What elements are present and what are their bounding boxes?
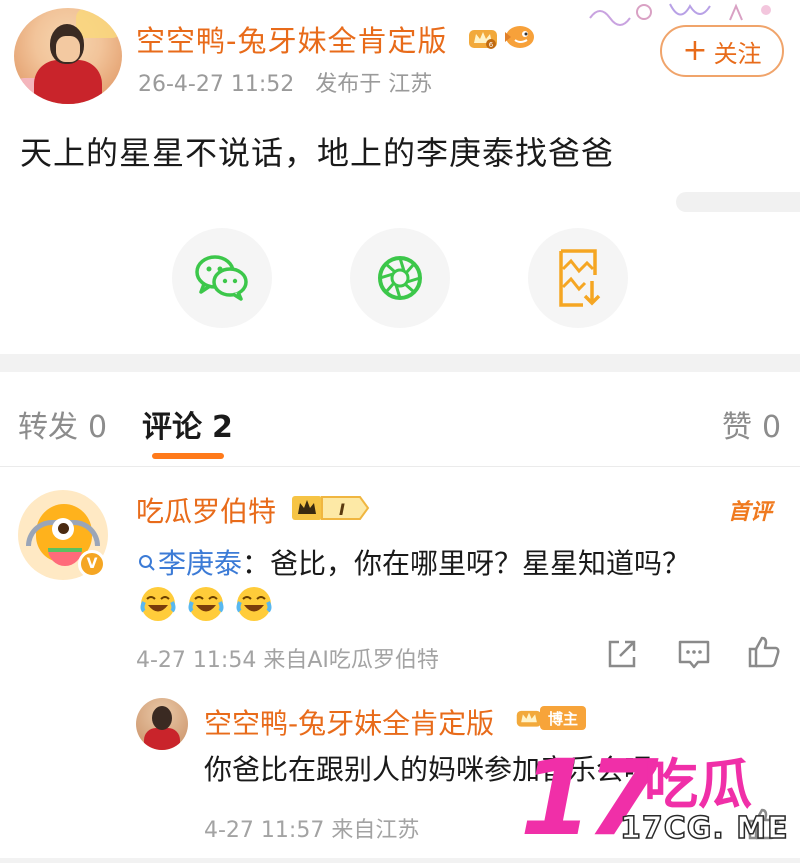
thumbs-up-icon[interactable]: [746, 634, 782, 670]
reply-meta: 4-27 11:57 来自江苏: [204, 812, 419, 844]
share-icon[interactable]: [604, 636, 640, 672]
crown-icon: [516, 710, 542, 727]
crown-icon: 6: [469, 30, 497, 49]
post-header: 空空鸭-兔牙妹全肯定版 6 26-4-27 11:52 发布于 江苏 + 关注: [0, 0, 800, 110]
moments-icon: [378, 256, 422, 300]
fish-icon: [505, 26, 534, 48]
save-image-icon: [559, 249, 601, 307]
post-meta: 26-4-27 11:52 发布于 江苏: [138, 66, 446, 98]
comment-meta: 4-27 11:54 来自AI吃瓜罗伯特: [136, 642, 439, 674]
mention-link[interactable]: 李庚泰: [138, 547, 242, 580]
commenter-name[interactable]: 吃瓜罗伯特: [136, 490, 276, 530]
vip-level-badge: I: [292, 496, 370, 520]
tab-like-label: 赞: [722, 410, 752, 445]
tab-comment-label: 评论: [142, 410, 202, 445]
post-text: 天上的星星不说话，地上的李庚泰找爸爸: [20, 134, 615, 172]
tab-divider: [0, 466, 800, 467]
emoji-row: [138, 584, 274, 624]
active-tab-indicator: [152, 453, 224, 459]
author-name[interactable]: 空空鸭-兔牙妹全肯定版: [136, 18, 447, 60]
bottom-divider: [0, 858, 800, 863]
laugh-cry-emoji: [236, 587, 272, 621]
verified-badge: V: [78, 550, 106, 578]
share-wechat-button[interactable]: [172, 228, 272, 328]
follow-label: 关注: [713, 39, 762, 68]
tab-repost-label: 转发: [18, 410, 78, 445]
mascot-watermelon: [48, 548, 82, 566]
tab-repost-count: 0: [88, 410, 108, 445]
laugh-cry-emoji: [188, 587, 224, 621]
avatar-hair: [152, 706, 172, 730]
overlay-strip: [676, 192, 800, 212]
reply-author-name[interactable]: 空空鸭-兔牙妹全肯定版: [204, 702, 494, 742]
comment-body: ：爸比，你在哪里呀？星星知道吗？: [242, 547, 691, 580]
share-moments-button[interactable]: [350, 228, 450, 328]
comment-source: 来自AI吃瓜罗伯特: [263, 648, 439, 673]
author-avatar[interactable]: [14, 8, 122, 104]
tab-like[interactable]: 赞0: [722, 402, 781, 446]
mascot-pupil: [58, 523, 69, 534]
mention-name: 李庚泰: [158, 547, 243, 580]
comment-time: 4-27 11:54: [136, 648, 257, 673]
tab-comment[interactable]: 评论 2: [142, 402, 233, 446]
avatar-face: [56, 36, 80, 62]
svg-text:6: 6: [489, 41, 494, 49]
tab-repost[interactable]: 转发 0: [18, 402, 107, 446]
wechat-icon: [195, 255, 248, 301]
follow-button[interactable]: + 关注: [660, 25, 784, 77]
section-divider: [0, 354, 800, 372]
comment-text: 李庚泰：爸比，你在哪里呀？星星知道吗？: [138, 542, 690, 582]
vip-level-text: I: [339, 500, 345, 519]
watermark-logo-text: 吃瓜: [644, 753, 752, 816]
comment-icon[interactable]: [676, 636, 712, 672]
tab-comment-count: 2: [212, 410, 233, 445]
blogger-badge: 博主: [540, 706, 587, 730]
post-location: 发布于 江苏: [315, 72, 433, 97]
tab-like-count: 0: [762, 410, 782, 445]
avatar-frame-decoration: [76, 8, 122, 38]
first-comment-badge: 首评: [728, 500, 773, 525]
plus-icon: +: [682, 33, 708, 68]
avatar-shirt: [144, 728, 180, 750]
post-time: 26-4-27 11:52: [138, 72, 295, 97]
save-image-button[interactable]: [528, 228, 628, 328]
avatar-shirt: [34, 60, 102, 104]
laugh-cry-emoji: [140, 587, 176, 621]
reply-author-avatar[interactable]: [136, 698, 188, 750]
decoration-doodle-icon: [589, 3, 771, 26]
reply-time: 4-27 11:57: [204, 818, 325, 843]
watermark-url: 17CG. ME: [619, 811, 789, 846]
search-icon: [139, 555, 155, 571]
reply-source: 来自江苏: [331, 818, 420, 843]
